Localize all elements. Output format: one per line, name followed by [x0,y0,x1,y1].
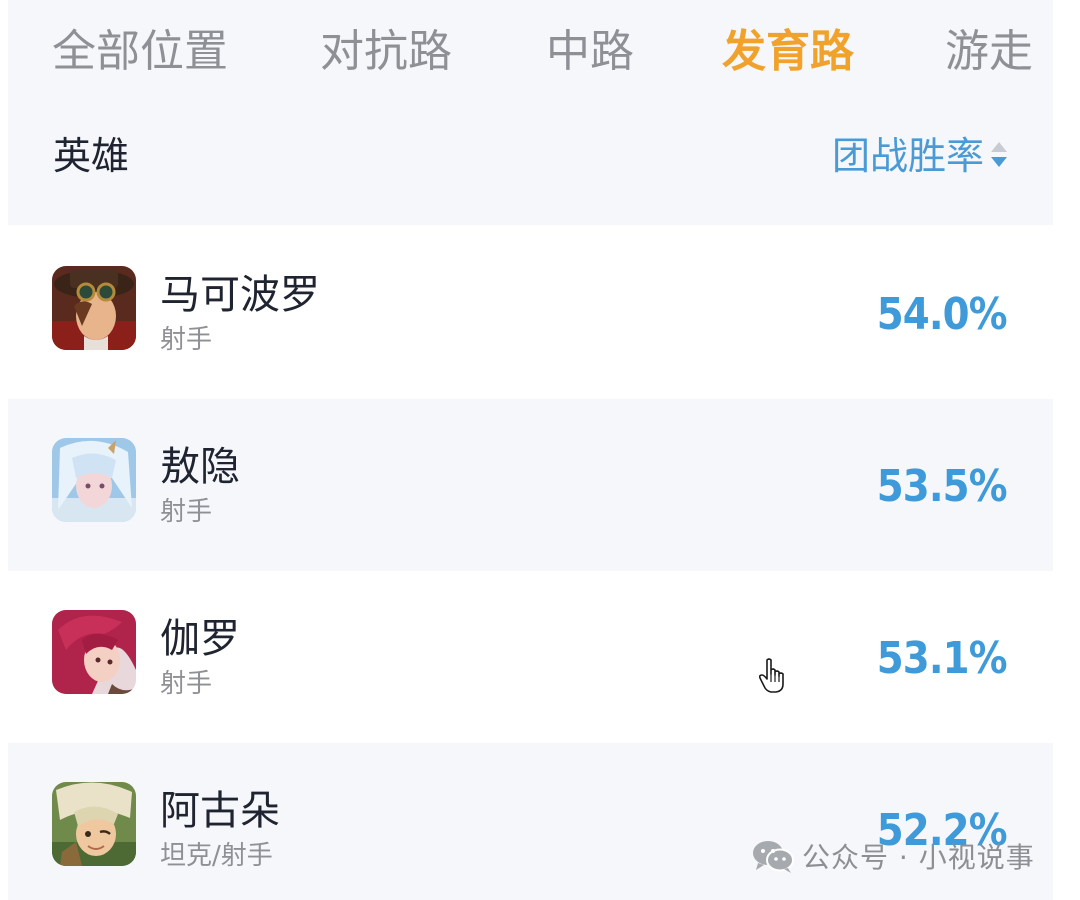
hero-name: 敖隐 [160,444,240,490]
hero-name: 马可波罗 [160,272,320,318]
watermark-text: 公众号 · 小视说事 [802,841,1035,874]
hero-row[interactable]: 敖隐 射手 53.5% [8,399,1053,571]
tab-clash-lane[interactable]: 对抗路 [320,24,452,80]
wechat-icon [753,841,794,873]
watermark: 公众号 · 小视说事 [752,836,1035,876]
hero-role: 坦克/射手 [160,841,273,871]
tab-farm-lane[interactable]: 发育路 [722,24,854,80]
hero-ranking-screen: 全部位置 对抗路 中路 发育路 游走 英雄 团战胜率 马可波罗 射手 54.0%… [8,0,1053,900]
hero-avatar [52,438,136,522]
hero-win-rate: 53.5% [877,461,1008,512]
tab-all-positions[interactable]: 全部位置 [52,24,228,80]
hero-win-rate: 53.1% [877,633,1008,684]
position-tabs: 全部位置 对抗路 中路 发育路 游走 [8,0,1053,105]
hero-avatar [52,610,136,694]
column-header-win-rate-sort[interactable]: 团战胜率 [832,133,1008,179]
tab-roam[interactable]: 游走 [945,24,1033,80]
hero-role: 射手 [160,325,213,355]
hand-cursor-icon [758,658,784,693]
hero-role: 射手 [160,497,213,527]
hero-role: 射手 [160,669,213,699]
hero-row[interactable]: 伽罗 射手 53.1% [8,571,1053,743]
tab-mid-lane[interactable]: 中路 [546,24,634,80]
hero-avatar [52,266,136,350]
hero-row[interactable]: 阿古朵 坦克/射手 52.2% [8,743,1053,900]
hero-avatar [52,782,136,866]
sort-updown-icon [990,139,1008,173]
column-header-win-rate: 团战胜率 [831,134,984,178]
hero-win-rate: 54.0% [877,289,1008,340]
hero-row[interactable]: 马可波罗 射手 54.0% [8,227,1053,399]
hero-name: 阿古朵 [160,788,280,834]
hero-name: 伽罗 [160,616,240,662]
column-header-hero: 英雄 [53,134,130,178]
top-panel: 全部位置 对抗路 中路 发育路 游走 英雄 团战胜率 [8,0,1053,225]
